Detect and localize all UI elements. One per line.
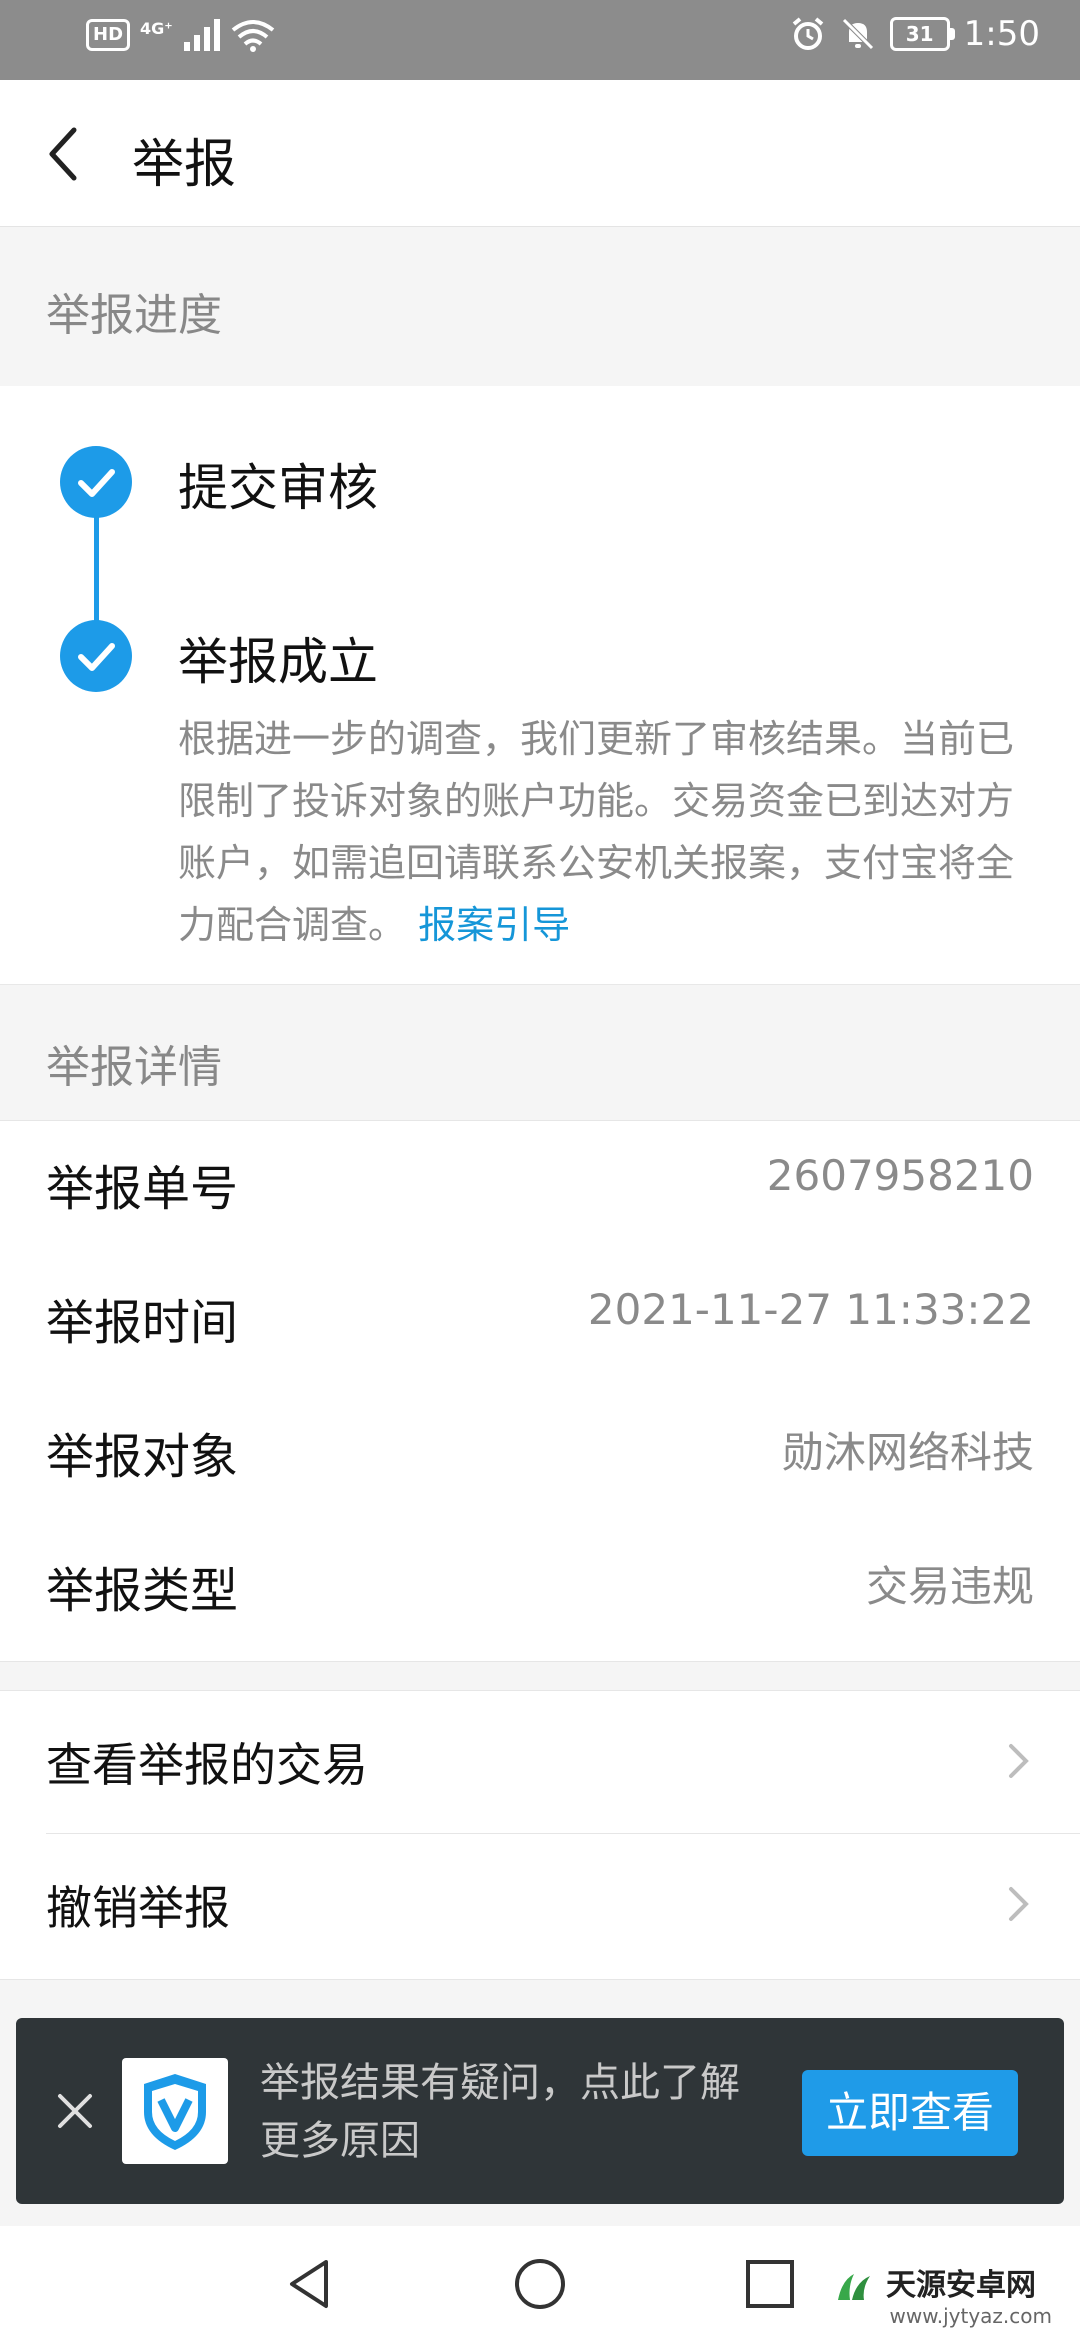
step-title-submit: 提交审核 — [178, 459, 378, 517]
action-label: 撤销举报 — [46, 1881, 230, 1935]
step-check-icon — [60, 620, 132, 692]
shield-logo-icon — [122, 2058, 228, 2164]
progress-section-title: 举报进度 — [46, 290, 222, 341]
watermark-url: www.jytyaz.com — [889, 2304, 1053, 2328]
detail-row: 举报时间 2021-11-27 11:33:22 — [0, 1255, 1080, 1375]
back-arrow-icon[interactable] — [40, 124, 96, 184]
detail-label: 举报对象 — [46, 1429, 239, 1485]
watermark-logo-icon — [837, 2273, 870, 2300]
mute-bell-icon — [841, 18, 874, 50]
network-type: 4G⁺ — [140, 18, 173, 38]
wifi-icon — [231, 20, 274, 52]
help-banner[interactable]: 举报结果有疑问，点此了解更多原因 立即查看 — [16, 2018, 1064, 2204]
watermark: 天源安卓网 www.jytyaz.com — [834, 2260, 1053, 2328]
detail-label: 举报类型 — [46, 1563, 239, 1619]
action-label: 查看举报的交易 — [46, 1738, 368, 1792]
close-icon[interactable] — [54, 2090, 96, 2132]
step-check-icon — [60, 446, 132, 518]
nav-bar: 举报 — [0, 80, 1080, 227]
chevron-right-icon — [1009, 1744, 1029, 1778]
view-reported-transaction-item[interactable]: 查看举报的交易 — [0, 1691, 1080, 1834]
status-time: 1:50 — [963, 14, 1040, 54]
detail-row: 举报类型 交易违规 — [0, 1523, 1080, 1643]
nav-recents-icon[interactable] — [740, 2254, 800, 2314]
signal-icon — [183, 19, 220, 51]
detail-value: 2607958210 — [766, 1151, 1034, 1200]
report-guide-link[interactable]: 报案引导 — [418, 903, 570, 947]
page-title: 举报 — [132, 135, 237, 195]
status-bar-left: HD 4G⁺ — [86, 18, 275, 52]
step-description: 根据进一步的调查，我们更新了审核结果。当前已限制了投诉对象的账户功能。交易资金已… — [178, 708, 1028, 956]
chevron-right-icon — [1009, 1887, 1029, 1921]
progress-section-header: 举报进度 — [0, 227, 1080, 386]
withdraw-report-item[interactable]: 撤销举报 — [0, 1834, 1080, 1976]
detail-row: 举报单号 2607958210 — [0, 1121, 1080, 1241]
details-section-title: 举报详情 — [46, 1042, 222, 1093]
alarm-icon — [792, 17, 823, 50]
step-title-established: 举报成立 — [178, 633, 378, 691]
banner-text: 举报结果有疑问，点此了解更多原因 — [260, 2060, 740, 2164]
detail-value: 勋沐网络科技 — [781, 1428, 1034, 1477]
system-nav-bar: 天源安卓网 www.jytyaz.com — [0, 2226, 1080, 2340]
hd-badge: HD — [86, 19, 131, 51]
actions-panel: 查看举报的交易 撤销举报 — [0, 1690, 1080, 1980]
watermark-title: 天源安卓网 — [885, 2268, 1036, 2303]
detail-label: 举报单号 — [46, 1161, 239, 1217]
view-now-button[interactable]: 立即查看 — [802, 2070, 1018, 2156]
detail-row: 举报对象 勋沐网络科技 — [0, 1389, 1080, 1509]
status-bar: HD 4G⁺ 31 1:50 — [0, 0, 1080, 80]
details-panel: 举报单号 2607958210 举报时间 2021-11-27 11:33:22… — [0, 1120, 1080, 1662]
detail-value: 2021-11-27 11:33:22 — [587, 1285, 1034, 1334]
progress-panel: 提交审核 举报成立 根据进一步的调查，我们更新了审核结果。当前已限制了投诉对象的… — [0, 386, 1080, 985]
nav-back-icon[interactable] — [280, 2254, 340, 2314]
nav-home-icon[interactable] — [510, 2254, 570, 2314]
detail-value: 交易违规 — [865, 1562, 1034, 1611]
status-bar-right: 31 1:50 — [790, 14, 1040, 54]
battery-indicator: 31 — [889, 17, 955, 51]
details-section-header: 举报详情 — [0, 985, 1080, 1119]
step-description-text: 根据进一步的调查，我们更新了审核结果。当前已限制了投诉对象的账户功能。交易资金已… — [178, 717, 1015, 947]
detail-label: 举报时间 — [46, 1295, 239, 1351]
